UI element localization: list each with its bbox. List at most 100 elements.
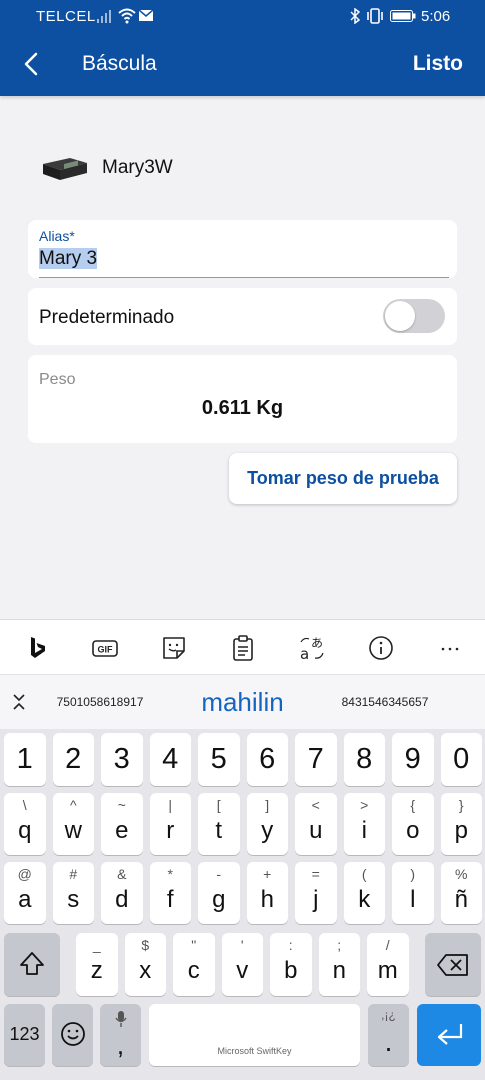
suggestion-right[interactable]: 8431546345657: [325, 675, 445, 729]
key-alt-label: /: [385, 937, 390, 953]
key-q[interactable]: \ q: [4, 793, 46, 855]
carrier-name: TELCEL: [36, 8, 96, 25]
key-label: o: [406, 817, 420, 844]
key-6[interactable]: 6: [246, 733, 288, 786]
key-0[interactable]: 0: [440, 733, 482, 786]
key-x[interactable]: $ x: [124, 933, 166, 996]
key-b[interactable]: :b: [270, 933, 312, 996]
bing-icon[interactable]: [22, 633, 52, 663]
numbers-key[interactable]: 123: [4, 1004, 45, 1066]
key-a[interactable]: @ a: [4, 862, 46, 924]
key-v[interactable]: ' v: [221, 933, 263, 996]
key-alt-label: *: [167, 866, 173, 882]
key-label: l: [410, 886, 416, 913]
key-h[interactable]: + h: [246, 862, 288, 924]
key-j[interactable]: = j: [295, 862, 337, 924]
key-label: q: [18, 817, 32, 844]
key-7[interactable]: 7: [295, 733, 337, 786]
key-alt-label: :: [288, 937, 293, 953]
key-t[interactable]: [t: [198, 793, 240, 855]
space-key[interactable]: Microsoft SwiftKey: [149, 1004, 360, 1066]
key-alt-label: $: [141, 937, 150, 953]
shift-icon: [20, 952, 44, 975]
emoji-key[interactable]: [52, 1004, 93, 1066]
key-alt-label: =: [311, 866, 320, 882]
key-1[interactable]: 1: [4, 733, 46, 786]
key-m[interactable]: / m: [367, 933, 409, 996]
key-alt-label: (: [361, 866, 367, 882]
backspace-key[interactable]: [425, 933, 481, 996]
gif-icon[interactable]: GIF: [90, 633, 120, 663]
key-alt-label: ~: [117, 797, 126, 813]
key-alt-label: >: [360, 797, 369, 813]
key-5[interactable]: 5: [198, 733, 240, 786]
key-ñ[interactable]: % ñ: [440, 862, 482, 924]
key-p[interactable]: } p: [440, 793, 482, 855]
default-toggle[interactable]: [383, 299, 445, 333]
more-icon[interactable]: [435, 633, 465, 663]
key-label: v: [236, 957, 249, 984]
keyboard: GIF a あ 7501058618917 mahilin 8431546345…: [0, 619, 485, 1080]
key-z[interactable]: _ z: [76, 933, 118, 996]
key-8[interactable]: 8: [343, 733, 385, 786]
wifi-icon: [118, 8, 136, 24]
key-e[interactable]: ~ e: [101, 793, 143, 855]
svg-text:GIF: GIF: [98, 645, 114, 655]
battery-icon: [390, 10, 416, 22]
key-alt-label: -: [216, 866, 222, 882]
key-w[interactable]: ^ w: [52, 793, 94, 855]
key-s[interactable]: # s: [52, 862, 94, 924]
keyboard-toolbar: GIF a あ: [0, 619, 485, 675]
key-alt-label: ^: [69, 797, 77, 813]
key-alt-label: +: [263, 866, 272, 882]
weight-label: Peso: [39, 371, 76, 388]
key-label: 5: [210, 743, 227, 775]
alias-field[interactable]: Alias* Mary 3: [28, 220, 457, 278]
key-i[interactable]: > i: [343, 793, 385, 855]
info-icon[interactable]: [366, 633, 396, 663]
key-r[interactable]: | r: [149, 793, 191, 855]
key-9[interactable]: 9: [392, 733, 434, 786]
key-c[interactable]: " c: [173, 933, 215, 996]
default-label: Predeterminado: [39, 307, 175, 328]
key-alt-label: ]: [265, 797, 270, 813]
key-alt-label: |: [168, 797, 173, 813]
shift-key[interactable]: [4, 933, 60, 996]
key-d[interactable]: & d: [101, 862, 143, 924]
translate-icon[interactable]: a あ: [297, 633, 327, 663]
key-alt-label: [: [216, 797, 221, 813]
period-key[interactable]: ,¡¿.: [368, 1004, 409, 1066]
key-y[interactable]: ] y: [246, 793, 288, 855]
key-label: 2: [65, 743, 82, 775]
key-2[interactable]: 2: [52, 733, 94, 786]
done-button[interactable]: Listo: [413, 52, 463, 76]
enter-key[interactable]: [417, 1004, 481, 1066]
svg-text:a: a: [300, 645, 309, 663]
sticker-icon[interactable]: [159, 633, 189, 663]
key-label: y: [261, 817, 274, 844]
key-label: t: [215, 817, 223, 844]
alias-input[interactable]: Mary 3: [39, 248, 98, 270]
clipboard-icon[interactable]: [228, 633, 258, 663]
comma-key[interactable]: ,: [100, 1004, 141, 1066]
key-4[interactable]: 4: [149, 733, 191, 786]
key-f[interactable]: * f: [149, 862, 191, 924]
suggestion-center[interactable]: mahilin: [170, 675, 315, 729]
key-label: d: [115, 886, 129, 913]
key-g[interactable]: -g: [198, 862, 240, 924]
key-label: 4: [162, 743, 179, 775]
numbers-key-label: 123: [9, 1024, 40, 1044]
key-alt-label: %: [455, 866, 468, 882]
key-n[interactable]: ; n: [318, 933, 360, 996]
key-3[interactable]: 3: [101, 733, 143, 786]
key-label: s: [67, 886, 80, 913]
key-u[interactable]: < u: [295, 793, 337, 855]
collapse-icon[interactable]: [9, 692, 29, 712]
key-l[interactable]: ) l: [392, 862, 434, 924]
key-k[interactable]: (k: [343, 862, 385, 924]
suggestion-left[interactable]: 7501058618917: [40, 675, 160, 729]
take-test-weight-button[interactable]: Tomar peso de prueba: [229, 453, 457, 504]
back-arrow-icon[interactable]: [18, 50, 46, 78]
enter-icon: [437, 1024, 463, 1045]
key-o[interactable]: {o: [392, 793, 434, 855]
